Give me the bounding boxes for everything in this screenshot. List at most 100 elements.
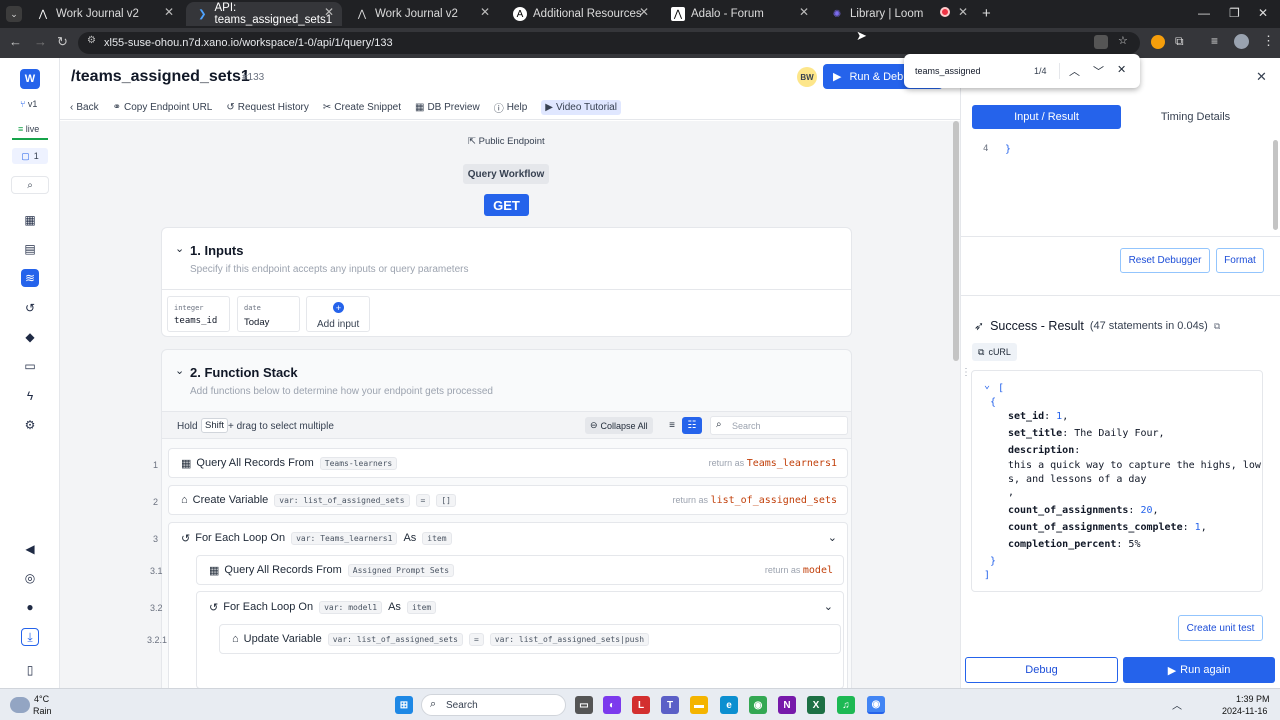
download-icon[interactable]: ⤓ xyxy=(21,628,39,646)
list-view-icon[interactable]: ≡ xyxy=(662,417,682,434)
close-icon[interactable]: ✕ xyxy=(799,5,809,19)
db-preview-button[interactable]: ▦ DB Preview xyxy=(415,102,480,113)
url-input[interactable]: ⚙ xl55-suse-ohou.n7d.xano.io/workspace/1… xyxy=(78,32,1140,54)
task-view-icon[interactable]: ▭ xyxy=(575,696,593,714)
user-icon[interactable]: ● xyxy=(21,598,39,616)
close-icon[interactable]: ✕ xyxy=(480,5,490,19)
function-row-update-variable[interactable]: ⌂ Update Variable var: list_of_assigned_… xyxy=(219,624,841,654)
find-input[interactable]: teams_assigned xyxy=(915,66,981,76)
teams-icon[interactable]: T xyxy=(661,696,679,714)
copy-endpoint-url-button[interactable]: ⚭ Copy Endpoint URL xyxy=(113,102,213,113)
chevron-up-icon[interactable]: ︿ xyxy=(1069,63,1080,79)
browser-tab-active[interactable]: ❯ API: teams_assigned_sets1 ✕ xyxy=(186,2,342,26)
function-row-for-each-teams[interactable]: ↺ For Each Loop On var: Teams_learners1 … xyxy=(169,523,847,553)
media-control-icon[interactable]: ≡ xyxy=(1211,34,1218,48)
window-close-icon[interactable]: ✕ xyxy=(1258,6,1268,20)
copy-icon[interactable]: ⧉ xyxy=(1214,321,1220,332)
new-tab-plus-icon[interactable]: + xyxy=(982,5,991,22)
close-icon[interactable]: ✕ xyxy=(958,5,968,19)
show-hidden-icons-chevron-icon[interactable]: ︿ xyxy=(1172,697,1182,712)
dashboard-icon[interactable]: ▦ xyxy=(21,211,39,229)
excel-icon[interactable]: X xyxy=(807,696,825,714)
support-icon[interactable]: ◎ xyxy=(21,569,39,587)
reset-debugger-button[interactable]: Reset Debugger xyxy=(1120,248,1210,273)
function-row-query-prompt-sets[interactable]: ▦ Query All Records From Assigned Prompt… xyxy=(196,555,844,585)
extension-icon[interactable] xyxy=(1151,35,1165,49)
format-button[interactable]: Format xyxy=(1216,248,1264,273)
close-icon[interactable]: ✕ xyxy=(639,5,649,19)
copilot-icon[interactable]: ◐ xyxy=(603,696,621,714)
minimize-icon[interactable]: — xyxy=(1198,6,1210,20)
run-again-button[interactable]: ▶ Run again xyxy=(1123,657,1275,683)
input-field-today[interactable]: date Today xyxy=(237,296,300,332)
video-tutorial-button[interactable]: ▶ Video Tutorial xyxy=(541,100,621,115)
tab-input-result[interactable]: Input / Result xyxy=(972,105,1121,129)
settings-gear-icon[interactable]: ⚙ xyxy=(21,416,39,434)
megaphone-icon[interactable]: ◀ xyxy=(21,540,39,558)
install-app-icon[interactable] xyxy=(1094,35,1108,49)
maximize-icon[interactable]: ❐ xyxy=(1229,6,1240,20)
lightning-icon[interactable]: ϟ xyxy=(21,387,39,405)
tab-timing-details[interactable]: Timing Details xyxy=(1121,105,1270,129)
help-button[interactable]: ⓘ Help xyxy=(494,100,528,115)
function-row-create-variable[interactable]: ⌂ Create Variable var: list_of_assigned_… xyxy=(168,485,848,515)
spotify-icon[interactable]: ♫ xyxy=(837,696,855,714)
storage-icon[interactable]: ▭ xyxy=(21,357,39,375)
input-field-teams-id[interactable]: integer teams_id xyxy=(167,296,230,332)
live-status[interactable]: ≡ live xyxy=(18,124,39,134)
puzzle-extensions-icon[interactable]: ⧉ xyxy=(1175,34,1184,49)
create-snippet-button[interactable]: ✂ Create Snippet xyxy=(323,102,401,113)
chevron-down-icon[interactable]: ⌄ xyxy=(175,364,184,377)
function-row-for-each-model[interactable]: ↺ For Each Loop On var: model1 As item ⌄ xyxy=(197,592,843,622)
library-icon[interactable]: ◆ xyxy=(21,328,39,346)
create-unit-test-button[interactable]: Create unit test xyxy=(1178,615,1263,641)
file-explorer-icon[interactable]: ▬ xyxy=(690,696,708,714)
database-icon[interactable]: ▤ xyxy=(21,240,39,258)
close-panel-icon[interactable]: ✕ xyxy=(1256,69,1267,85)
browser-tab[interactable]: ✺ Library | Loom ✕ xyxy=(820,2,976,26)
onenote-icon[interactable]: N xyxy=(778,696,796,714)
tab-menu-chevron-icon[interactable]: ⌄ xyxy=(6,6,22,22)
api-icon[interactable]: ≋ xyxy=(21,269,39,287)
browser-tab[interactable]: ⋀ Adalo - Forum ✕ xyxy=(661,2,817,26)
history-icon[interactable]: ↺ xyxy=(21,299,39,317)
add-input-button[interactable]: + Add input xyxy=(306,296,370,332)
branch-version[interactable]: ⑂ v1 xyxy=(20,99,37,109)
taskbar-search-input[interactable]: ⌕ Search xyxy=(421,694,566,716)
panel-resize-handle[interactable]: ⋮ xyxy=(961,367,971,378)
windows-start-icon[interactable]: ⊞ xyxy=(395,696,413,714)
weather-icon[interactable] xyxy=(10,697,30,713)
chevron-down-icon[interactable]: ﹀ xyxy=(1093,63,1104,79)
profile-avatar[interactable] xyxy=(1234,34,1249,49)
debug-button[interactable]: Debug xyxy=(965,657,1118,683)
chevron-down-icon[interactable]: ⌄ xyxy=(828,531,837,544)
sidebar-search[interactable]: ⌕ xyxy=(11,176,49,194)
forward-arrow-icon[interactable]: → xyxy=(34,34,47,49)
tree-view-icon[interactable]: ☷ xyxy=(682,417,702,434)
canvas-scrollbar[interactable] xyxy=(952,121,960,688)
close-icon[interactable]: ✕ xyxy=(324,5,334,19)
comments-badge[interactable]: ▢ 1 xyxy=(12,148,48,164)
curl-button[interactable]: ⧉ cURL xyxy=(972,343,1017,361)
bookmark-star-icon[interactable]: ☆ xyxy=(1118,34,1128,47)
workspace-avatar[interactable]: W xyxy=(20,69,40,89)
browser-menu-icon[interactable]: ⋮ xyxy=(1262,33,1275,49)
collapse-chevron-icon[interactable]: ⌄ xyxy=(984,380,990,391)
browser-tab[interactable]: ⋀ Work Journal v2 ✕ xyxy=(26,2,182,26)
chevron-down-icon[interactable]: ⌄ xyxy=(824,600,833,613)
chrome-active-icon[interactable]: ◉ xyxy=(867,696,885,714)
function-row-query-teams[interactable]: ▦ Query All Records From Teams-learners … xyxy=(168,448,848,478)
close-icon[interactable]: ✕ xyxy=(1117,63,1126,76)
stack-search-input[interactable]: ⌕ Search xyxy=(710,416,848,435)
reload-icon[interactable]: ↻ xyxy=(57,34,68,50)
chevron-down-icon[interactable]: ⌄ xyxy=(175,242,184,255)
back-button[interactable]: ‹ Back xyxy=(70,102,99,113)
chrome-icon[interactable]: ◉ xyxy=(749,696,767,714)
close-icon[interactable]: ✕ xyxy=(164,5,174,19)
lastpass-icon[interactable]: L xyxy=(632,696,650,714)
collapse-all-button[interactable]: ⊖ Collapse All xyxy=(585,417,653,434)
site-info-icon[interactable]: ⚙ xyxy=(87,35,96,46)
panel-scrollbar[interactable] xyxy=(1273,140,1278,230)
panel-toggle-icon[interactable]: ▯ xyxy=(21,661,39,679)
public-endpoint-label[interactable]: ⇱ Public Endpoint xyxy=(468,136,545,147)
